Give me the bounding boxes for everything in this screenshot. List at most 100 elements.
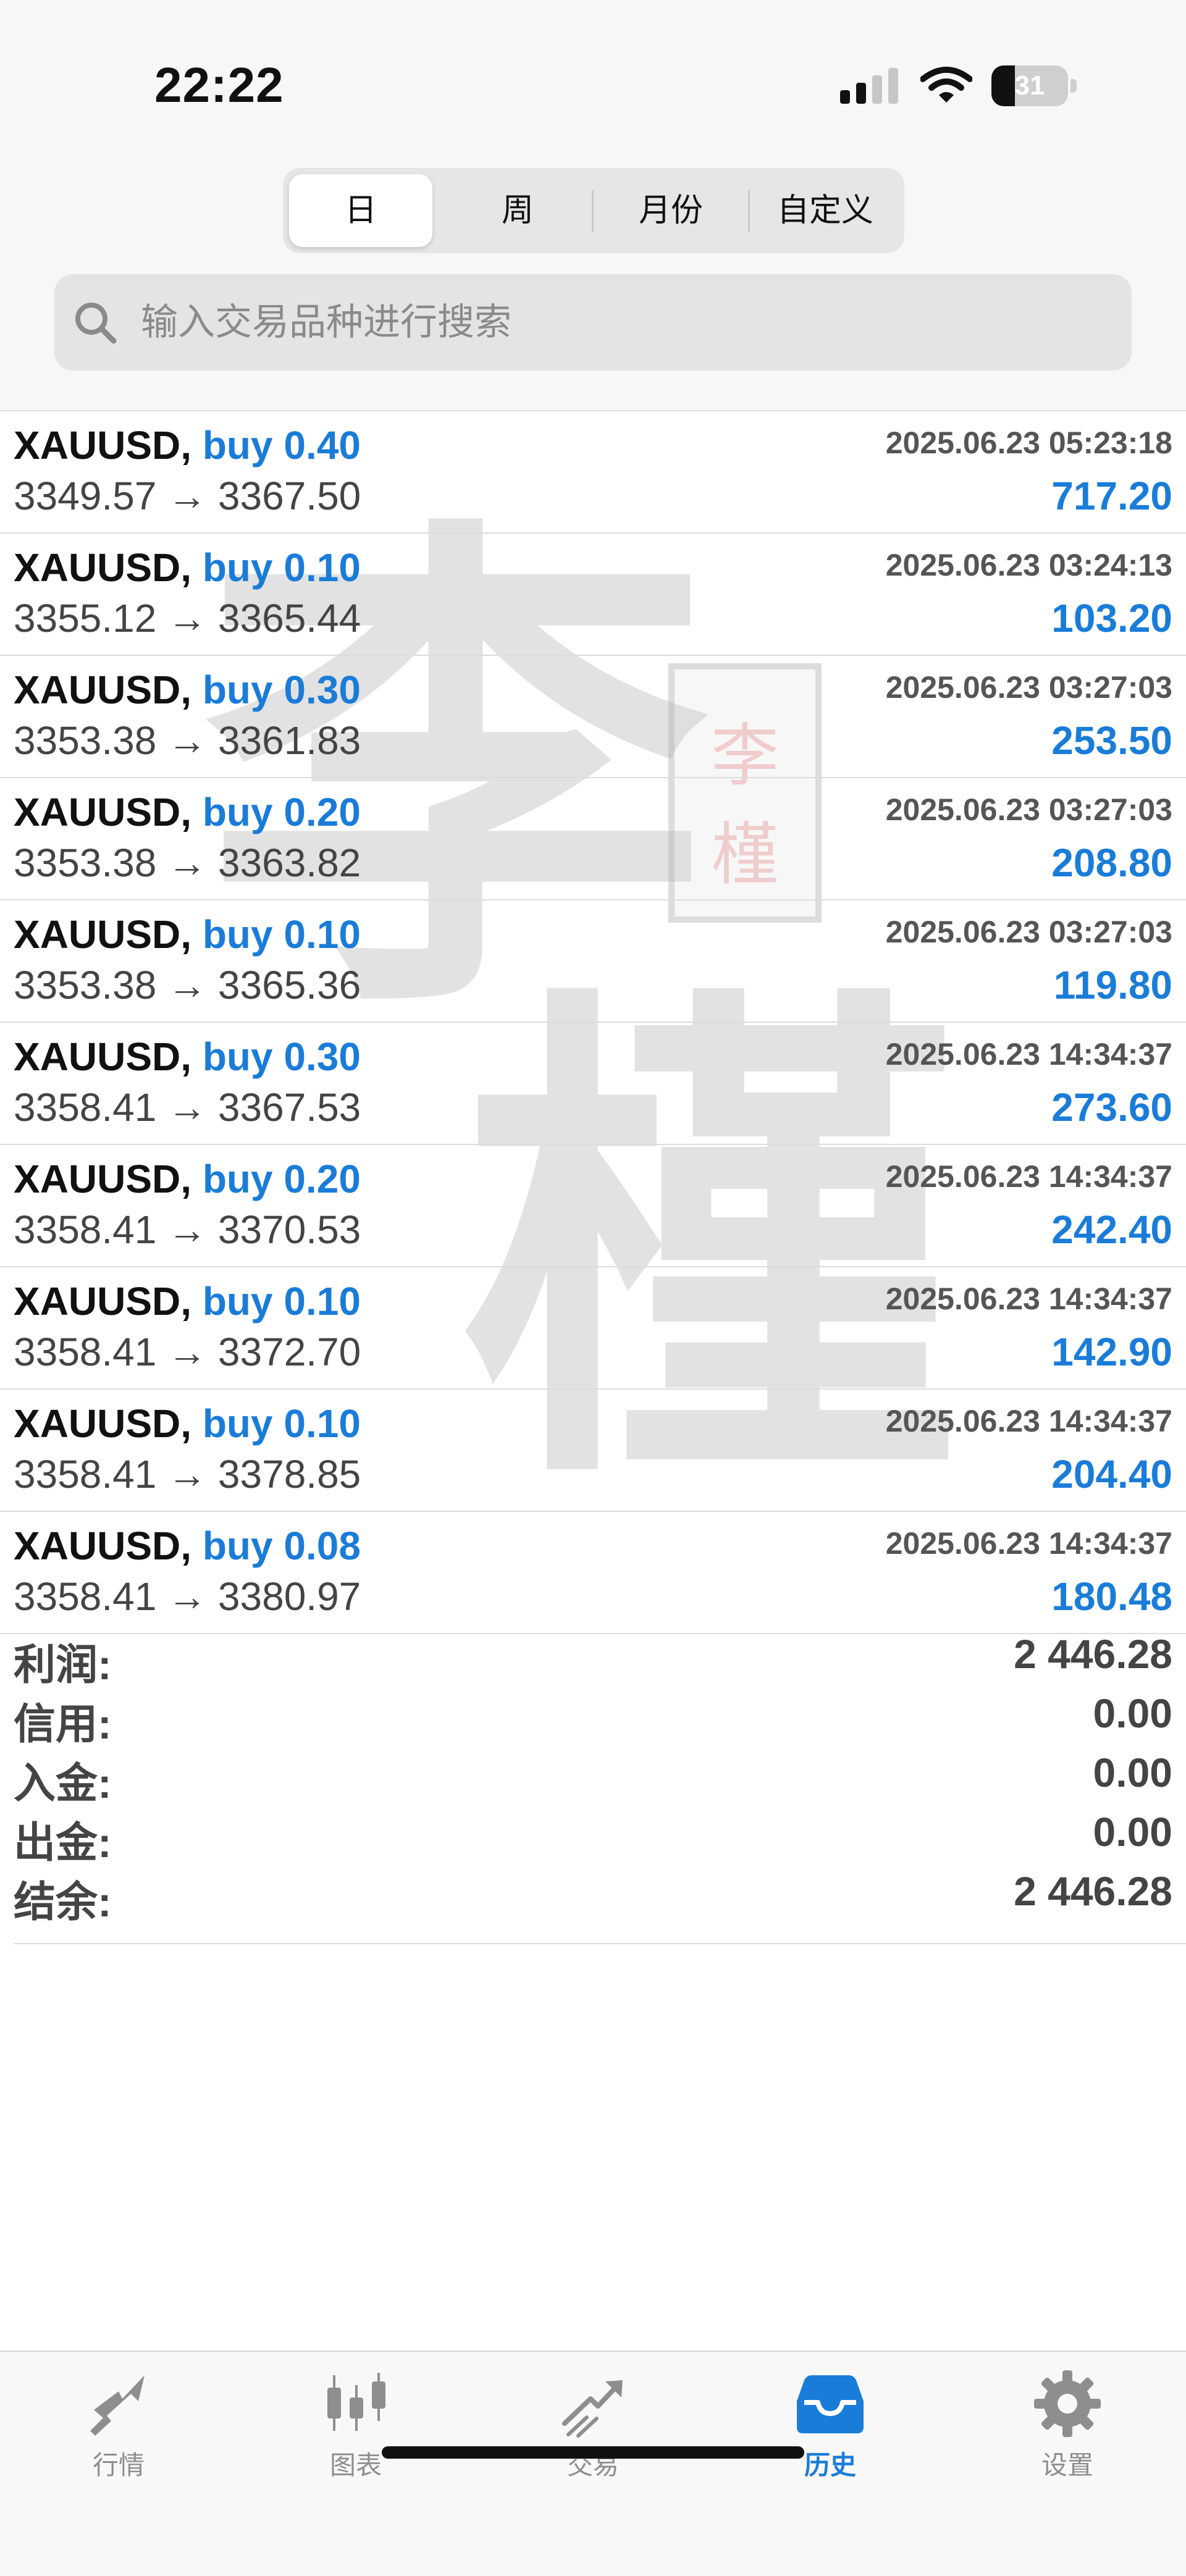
tab-month[interactable]: 月份 (595, 174, 747, 247)
trade-prices: 3355.12 → 3365.44 (14, 596, 361, 640)
tab-quotes[interactable]: 行情 (44, 2367, 193, 2490)
summary-value: 0.00 (1093, 1690, 1172, 1736)
tab-trade[interactable]: 交易 (519, 2367, 667, 2490)
trade-row[interactable]: XAUUSD, buy 0.08 2025.06.23 14:34:37 3358.… (0, 1512, 1186, 1634)
symbol-name: XAUUSD, (14, 423, 192, 468)
battery-level: 31 (1014, 70, 1045, 101)
trade-symbol: XAUUSD, buy 0.30 (14, 1034, 361, 1080)
quotes-icon (90, 2375, 145, 2436)
trade-time: 2025.06.23 03:27:03 (885, 915, 1172, 949)
summary-row: 入金: 0.00 (14, 1743, 1186, 1807)
trade-prices: 3349.57 → 3367.50 (14, 474, 361, 518)
tab-settings[interactable]: 设置 (993, 2367, 1142, 2490)
summary-row: 结余: 2 446.28 (14, 1861, 1186, 1926)
trade-symbol: XAUUSD, buy 0.10 (14, 1401, 361, 1446)
wifi-icon (920, 67, 972, 103)
trade-time: 2025.06.23 14:34:37 (885, 1404, 1172, 1438)
trade-list: XAUUSD, buy 0.40 2025.06.23 05:23:18 3349.… (0, 411, 1186, 1634)
history-icon (797, 2375, 864, 2433)
trade-row[interactable]: XAUUSD, buy 0.20 2025.06.23 03:27:03 3353.… (0, 778, 1186, 900)
trade-time: 2025.06.23 14:34:37 (885, 1159, 1172, 1194)
symbol-name: XAUUSD, (14, 1524, 192, 1568)
symbol-name: XAUUSD, (14, 1279, 192, 1324)
search-placeholder: 输入交易品种进行搜索 (141, 301, 511, 343)
trade-prices: 3358.41 → 3372.70 (14, 1330, 361, 1374)
segment-divider (748, 190, 750, 232)
trade-side: buy 0.10 (202, 1279, 361, 1324)
summary-value: 0.00 (1093, 1750, 1172, 1795)
trade-row[interactable]: XAUUSD, buy 0.10 2025.06.23 03:27:03 3353.… (0, 900, 1186, 1023)
trade-side: buy 0.10 (202, 1401, 361, 1446)
trade-profit: 273.60 (1051, 1085, 1172, 1130)
search-input[interactable]: 输入交易品种进行搜索 (54, 274, 1132, 371)
period-segmented-control: 日 周 月份 自定义 (283, 168, 904, 253)
trade-prices: 3358.41 → 3367.53 (14, 1085, 361, 1130)
summary-row: 利润: 2 446.28 (14, 1624, 1186, 1689)
trade-row[interactable]: XAUUSD, buy 0.40 2025.06.23 05:23:18 3349.… (0, 411, 1186, 534)
trade-side: buy 0.08 (202, 1524, 361, 1568)
bottom-tab-bar: 行情 图表 交易 历史 设置 (0, 2351, 1186, 2576)
account-summary: 利润: 2 446.28 信用: 0.00 入金: 0.00 出金: 0.00 结余: 2 446… (14, 1624, 1186, 1944)
trade-row[interactable]: XAUUSD, buy 0.30 2025.06.23 14:34:37 3358.… (0, 1023, 1186, 1145)
summary-row: 信用: 0.00 (14, 1684, 1186, 1748)
header-area: 日 周 月份 自定义 输入交易品种进行搜索 (0, 167, 1186, 411)
trade-time: 2025.06.23 14:34:37 (885, 1037, 1172, 1072)
trade-side: buy 0.30 (202, 1034, 361, 1079)
status-time: 22:22 (154, 57, 284, 112)
trade-profit: 119.80 (1053, 963, 1172, 1007)
summary-label: 结余: (14, 1879, 112, 1926)
trade-row[interactable]: XAUUSD, buy 0.30 2025.06.23 03:27:03 3353.… (0, 656, 1186, 778)
symbol-name: XAUUSD, (14, 790, 192, 834)
trade-side: buy 0.30 (202, 668, 361, 712)
tab-day[interactable]: 日 (289, 174, 432, 247)
tab-chart[interactable]: 图表 (282, 2367, 430, 2490)
tab-settings-label: 设置 (1041, 2451, 1093, 2480)
tab-week[interactable]: 周 (445, 174, 591, 247)
trade-side: buy 0.10 (202, 912, 361, 957)
summary-label: 出金: (14, 1819, 112, 1866)
trade-time: 2025.06.23 05:23:18 (885, 426, 1172, 460)
trade-symbol: XAUUSD, buy 0.20 (14, 1156, 361, 1202)
summary-value: 2 446.28 (1014, 1868, 1172, 1914)
trade-profit: 204.40 (1051, 1452, 1172, 1496)
trade-symbol: XAUUSD, buy 0.08 (14, 1523, 361, 1569)
tab-history[interactable]: 历史 (756, 2367, 904, 2490)
search-icon (75, 303, 117, 344)
trade-row[interactable]: XAUUSD, buy 0.10 2025.06.23 03:24:13 3355.… (0, 534, 1186, 656)
cellular-signal-icon (840, 67, 902, 104)
trade-symbol: XAUUSD, buy 0.10 (14, 545, 361, 590)
battery-icon: 31 (991, 65, 1078, 106)
symbol-name: XAUUSD, (14, 545, 192, 590)
trade-row[interactable]: XAUUSD, buy 0.10 2025.06.23 14:34:37 3358.… (0, 1267, 1186, 1390)
trade-time: 2025.06.23 03:24:13 (885, 548, 1172, 582)
summary-value: 2 446.28 (1014, 1631, 1172, 1677)
trade-time: 2025.06.23 03:27:03 (885, 670, 1172, 705)
trade-profit: 103.20 (1051, 596, 1172, 640)
home-indicator (382, 2446, 804, 2459)
trade-prices: 3358.41 → 3370.53 (14, 1207, 361, 1252)
trade-profit: 180.48 (1051, 1574, 1172, 1619)
trade-row[interactable]: XAUUSD, buy 0.20 2025.06.23 14:34:37 3358.… (0, 1145, 1186, 1267)
trade-prices: 3353.38 → 3363.82 (14, 841, 361, 885)
trade-prices: 3353.38 → 3361.83 (14, 718, 361, 763)
trade-profit: 242.40 (1051, 1207, 1172, 1252)
trade-symbol: XAUUSD, buy 0.40 (14, 422, 361, 468)
symbol-name: XAUUSD, (14, 1157, 192, 1201)
trade-prices: 3358.41 → 3378.85 (14, 1452, 361, 1496)
trade-time: 2025.06.23 14:34:37 (885, 1282, 1172, 1316)
trade-row[interactable]: XAUUSD, buy 0.10 2025.06.23 14:34:37 3358.… (0, 1390, 1186, 1512)
summary-row: 出金: 0.00 (14, 1802, 1186, 1866)
symbol-name: XAUUSD, (14, 1034, 192, 1079)
trade-icon (562, 2380, 623, 2438)
tab-custom[interactable]: 自定义 (751, 174, 899, 247)
summary-value: 0.00 (1093, 1809, 1172, 1855)
trade-symbol: XAUUSD, buy 0.30 (14, 667, 361, 713)
trade-time: 2025.06.23 03:27:03 (885, 792, 1172, 827)
trade-prices: 3358.41 → 3380.97 (14, 1574, 361, 1619)
settings-icon (1034, 2370, 1101, 2437)
chart-icon (327, 2373, 385, 2431)
summary-label: 利润: (14, 1642, 112, 1689)
summary-label: 信用: (14, 1701, 112, 1748)
trade-profit: 142.90 (1051, 1330, 1172, 1374)
symbol-name: XAUUSD, (14, 912, 192, 957)
